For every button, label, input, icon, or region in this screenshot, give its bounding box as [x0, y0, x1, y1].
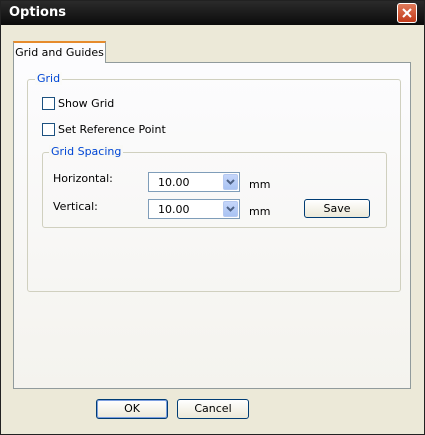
options-dialog: Options Grid and Guides Grid Show Grid S… — [0, 0, 425, 435]
show-grid-label[interactable]: Show Grid — [58, 97, 114, 110]
close-icon — [402, 8, 412, 18]
grid-group-label: Grid — [35, 72, 63, 85]
set-reference-point-label[interactable]: Set Reference Point — [58, 123, 166, 136]
close-button[interactable] — [397, 3, 417, 23]
horizontal-spacing-select[interactable]: 10.00 — [148, 172, 240, 192]
show-grid-checkbox[interactable] — [42, 97, 55, 110]
horizontal-spacing-value: 10.00 — [158, 176, 190, 189]
grid-group: Grid Show Grid Set Reference Point Grid … — [27, 72, 401, 292]
title-bar[interactable]: Options — [1, 1, 424, 25]
vertical-spacing-value: 10.00 — [158, 203, 190, 216]
grid-spacing-group-label: Grid Spacing — [49, 145, 124, 158]
grid-spacing-group: Grid Spacing Horizontal: 10.00 mm Vertic… — [42, 145, 387, 228]
tab-panel: Grid Show Grid Set Reference Point Grid … — [13, 62, 411, 389]
tab-grid-and-guides[interactable]: Grid and Guides — [13, 41, 106, 63]
vertical-label: Vertical: — [53, 200, 98, 213]
horizontal-label: Horizontal: — [53, 172, 113, 185]
save-button[interactable]: Save — [304, 199, 370, 218]
set-reference-point-checkbox[interactable] — [42, 123, 55, 136]
horizontal-unit: mm — [249, 178, 271, 191]
chevron-down-icon — [226, 179, 235, 185]
chevron-down-icon — [226, 206, 235, 212]
vertical-dropdown-button[interactable] — [223, 201, 238, 217]
vertical-unit: mm — [249, 205, 271, 218]
window-title: Options — [9, 5, 66, 20]
ok-button[interactable]: OK — [96, 399, 168, 419]
cancel-button[interactable]: Cancel — [177, 399, 249, 419]
vertical-spacing-select[interactable]: 10.00 — [148, 199, 240, 219]
horizontal-dropdown-button[interactable] — [223, 174, 238, 190]
